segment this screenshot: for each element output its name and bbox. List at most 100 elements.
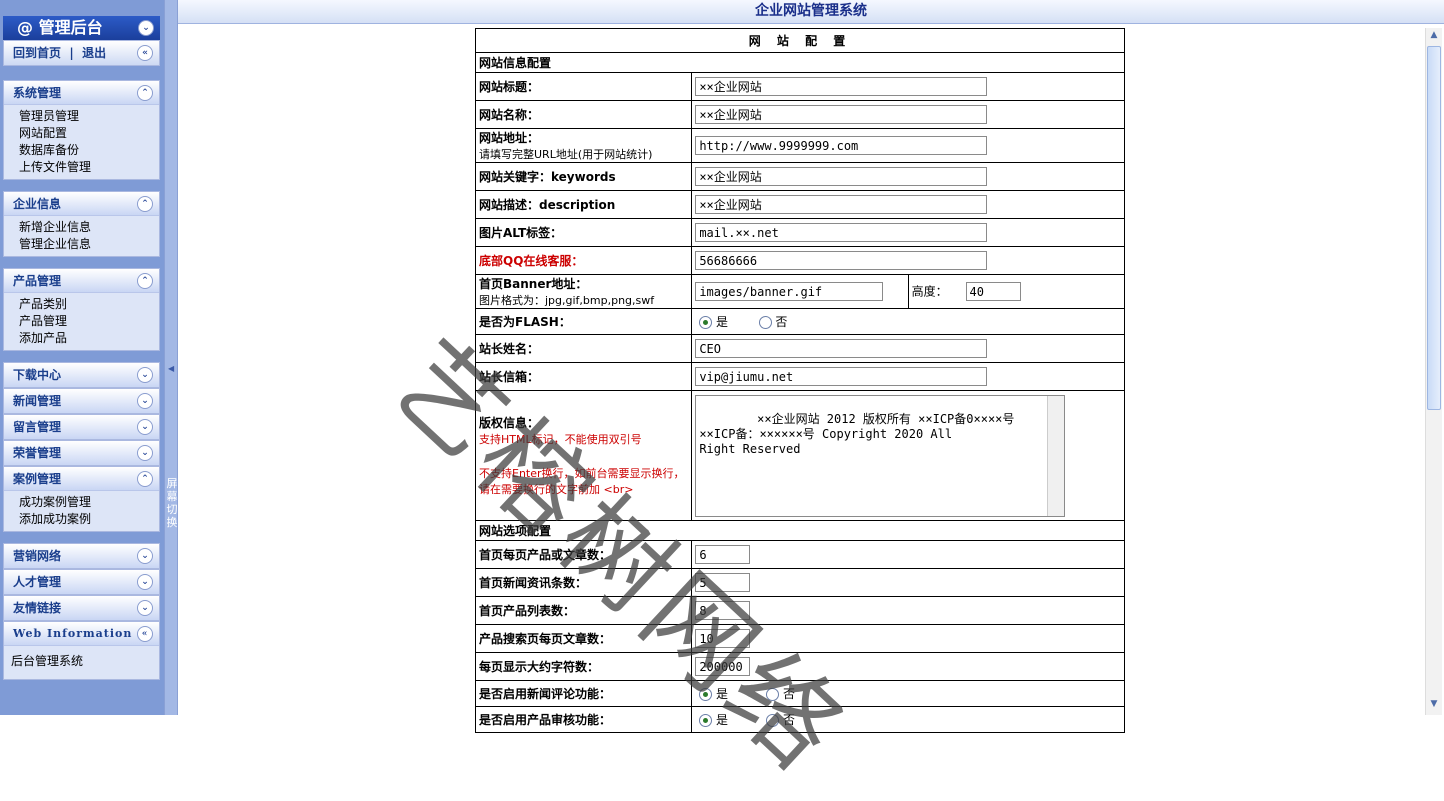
sidebar-item-product-category[interactable]: 产品类别 bbox=[19, 296, 159, 313]
chevron-down-icon[interactable]: ⌄ bbox=[137, 548, 153, 564]
section-title: 友情链接 bbox=[13, 601, 62, 615]
email-input[interactable] bbox=[695, 367, 988, 386]
description-label: 网站描述：description bbox=[474, 190, 693, 219]
section-title: 新闻管理 bbox=[13, 394, 62, 408]
copyright-note-html: 支持HTML标记，不能使用双引号 bbox=[479, 433, 642, 446]
opt-news-input[interactable] bbox=[695, 573, 751, 592]
flash-no-label: 否 bbox=[775, 315, 788, 329]
form-title: 网 站 配 置 bbox=[475, 28, 1125, 53]
opt-search-input[interactable] bbox=[695, 629, 751, 648]
chevron-down-icon[interactable]: ⌄ bbox=[137, 574, 153, 590]
chevron-up-icon[interactable]: ⌃ bbox=[137, 273, 153, 289]
alt-label: 图片ALT标签： bbox=[474, 218, 693, 247]
logout-link[interactable]: 退出 bbox=[82, 46, 106, 60]
audit-no-radio[interactable] bbox=[766, 714, 780, 727]
scroll-up-icon[interactable]: ▲ bbox=[1428, 30, 1440, 44]
sidebar-item-db-backup[interactable]: 数据库备份 bbox=[19, 142, 159, 159]
chevron-down-icon[interactable]: ⌄ bbox=[138, 20, 154, 36]
sidebar-item-manage-company[interactable]: 管理企业信息 bbox=[19, 236, 159, 253]
arrow-left-icon[interactable]: ◀ bbox=[168, 364, 174, 373]
chevron-down-icon[interactable]: ⌄ bbox=[137, 419, 153, 435]
section-title: 营销网络 bbox=[13, 549, 62, 563]
sidebar-section-honors: 荣誉管理 ⌄ bbox=[3, 440, 160, 466]
section-header[interactable]: 企业信息 ⌃ bbox=[4, 192, 159, 216]
banner-input[interactable] bbox=[695, 282, 884, 301]
copyright-textarea[interactable]: ××企业网站 2012 版权所有 ××ICP备0××××号 ××ICP备：×××… bbox=[695, 394, 1066, 517]
owner-label: 站长姓名： bbox=[474, 334, 693, 363]
audit-yes-radio[interactable] bbox=[699, 714, 713, 727]
chevron-up-icon[interactable]: ⌃ bbox=[137, 85, 153, 101]
sidebar-item-uploads[interactable]: 上传文件管理 bbox=[19, 159, 159, 176]
keywords-input[interactable] bbox=[695, 167, 988, 186]
section-header[interactable]: 案例管理 ⌃ bbox=[4, 467, 159, 491]
section-info-heading: 网站信息配置 bbox=[475, 52, 1125, 73]
section-header[interactable]: 营销网络 ⌄ bbox=[4, 544, 159, 568]
height-input[interactable] bbox=[965, 282, 1021, 301]
sidebar-section-company: 企业信息 ⌃ 新增企业信息 管理企业信息 bbox=[3, 191, 160, 257]
section-header[interactable]: 人才管理 ⌄ bbox=[4, 570, 159, 594]
copyright-label: 版权信息： bbox=[479, 416, 540, 430]
site-url-label: 网站地址： bbox=[479, 131, 540, 145]
section-header[interactable]: 荣誉管理 ⌄ bbox=[4, 441, 159, 465]
email-label: 站长信箱： bbox=[474, 362, 693, 391]
section-header[interactable]: Web Information « bbox=[4, 622, 159, 646]
sidebar-section-marketing: 营销网络 ⌄ bbox=[3, 543, 160, 569]
sidebar-item-product-manage[interactable]: 产品管理 bbox=[19, 313, 159, 330]
banner-note: 图片格式为：jpg,gif,bmp,png,swf bbox=[479, 294, 655, 307]
sidebar-item-site-config[interactable]: 网站配置 bbox=[19, 125, 159, 142]
sidebar-item-add-company[interactable]: 新增企业信息 bbox=[19, 219, 159, 236]
description-input[interactable] bbox=[695, 195, 988, 214]
section-header[interactable]: 友情链接 ⌄ bbox=[4, 596, 159, 620]
home-link[interactable]: 回到首页 bbox=[13, 46, 61, 60]
collapse-icon[interactable]: « bbox=[137, 626, 153, 642]
owner-input[interactable] bbox=[695, 339, 988, 358]
chevron-down-icon[interactable]: ⌄ bbox=[137, 600, 153, 616]
opt-news-label: 首页新闻资讯条数： bbox=[474, 568, 693, 597]
opt-products-input[interactable] bbox=[695, 545, 751, 564]
site-url-input[interactable] bbox=[695, 136, 988, 155]
chevron-up-icon[interactable]: ⌃ bbox=[137, 196, 153, 212]
sidebar-section-products: 产品管理 ⌃ 产品类别 产品管理 添加产品 bbox=[3, 268, 160, 351]
section-title: 产品管理 bbox=[13, 274, 62, 288]
opt-chars-input[interactable] bbox=[695, 657, 751, 676]
keywords-label: 网站关键字：keywords bbox=[474, 162, 693, 191]
chevron-down-icon[interactable]: ⌄ bbox=[137, 393, 153, 409]
system-title: 企业网站管理系统 bbox=[755, 3, 867, 19]
comment-no-radio[interactable] bbox=[766, 688, 780, 701]
sidebar-item-add-product[interactable]: 添加产品 bbox=[19, 330, 159, 347]
alt-input[interactable] bbox=[695, 223, 988, 242]
sidebar-item-case-manage[interactable]: 成功案例管理 bbox=[19, 494, 159, 511]
scrollbar-thumb[interactable] bbox=[1427, 46, 1441, 410]
site-name-input[interactable] bbox=[695, 105, 988, 124]
opt-search-label: 产品搜索页每页文章数： bbox=[474, 624, 693, 653]
flash-yes-radio[interactable] bbox=[699, 316, 713, 329]
chevron-down-icon[interactable]: ⌄ bbox=[137, 445, 153, 461]
section-header[interactable]: 留言管理 ⌄ bbox=[4, 415, 159, 439]
banner-label: 首页Banner地址： bbox=[479, 277, 588, 291]
sidebar-item-add-case[interactable]: 添加成功案例 bbox=[19, 511, 159, 528]
copyright-note-enter: 不支持Enter换行，如前台需要显示换行，请在需要换行的文字前加 <br> bbox=[479, 467, 685, 496]
site-title-input[interactable] bbox=[695, 77, 988, 96]
collapse-sidebar-icon[interactable]: « bbox=[137, 45, 153, 61]
flash-label: 是否为FLASH： bbox=[474, 308, 693, 335]
section-title: 下载中心 bbox=[13, 368, 62, 382]
home-links: 回到首页 | 退出 « bbox=[3, 40, 160, 66]
chevron-up-icon[interactable]: ⌃ bbox=[137, 471, 153, 487]
comment-yes-radio[interactable] bbox=[699, 688, 713, 701]
comment-no-label: 否 bbox=[782, 687, 795, 701]
textarea-scrollbar[interactable] bbox=[1047, 395, 1065, 516]
chevron-down-icon[interactable]: ⌄ bbox=[137, 367, 153, 383]
section-header[interactable]: 系统管理 ⌃ bbox=[4, 81, 159, 105]
flash-no-radio[interactable] bbox=[758, 316, 772, 329]
section-header[interactable]: 下载中心 ⌄ bbox=[4, 363, 159, 387]
sidebar-item-admin[interactable]: 管理员管理 bbox=[19, 108, 159, 125]
copyright-text: ××企业网站 2012 版权所有 ××ICP备0××××号 ××ICP备：×××… bbox=[699, 411, 1015, 456]
screen-switch-label[interactable]: 屏幕切换 bbox=[166, 477, 178, 529]
opt-list-input[interactable] bbox=[695, 601, 751, 620]
scroll-down-icon[interactable]: ▼ bbox=[1428, 699, 1440, 713]
section-header[interactable]: 新闻管理 ⌄ bbox=[4, 389, 159, 413]
screen-switch-bar[interactable]: ◀ 屏幕切换 bbox=[164, 0, 178, 715]
qq-input[interactable] bbox=[695, 251, 988, 270]
page-scrollbar[interactable]: ▲ ▼ bbox=[1425, 28, 1442, 715]
section-header[interactable]: 产品管理 ⌃ bbox=[4, 269, 159, 293]
